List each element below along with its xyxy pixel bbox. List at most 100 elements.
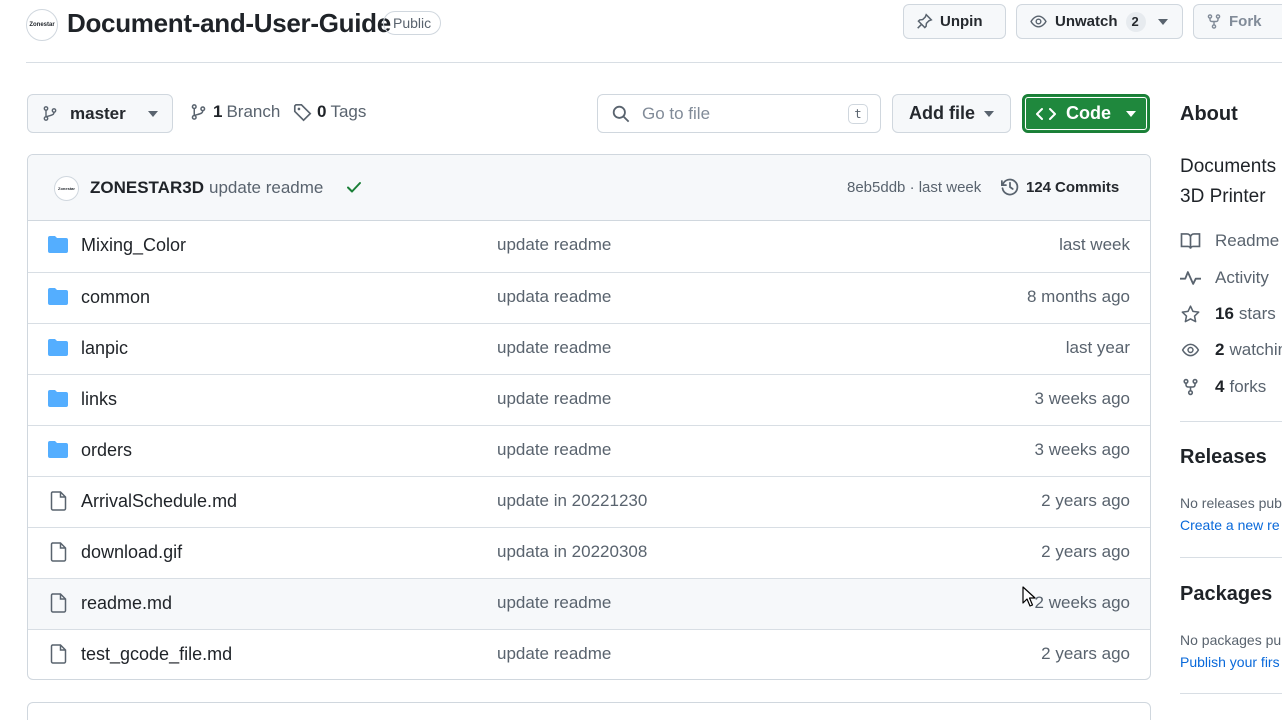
chevron-down-icon — [1157, 18, 1168, 25]
keyboard-shortcut-hint: t — [848, 103, 868, 124]
file-commit-date: 2 years ago — [1041, 491, 1130, 510]
tags-count: 0 — [317, 102, 327, 121]
file-row[interactable]: test_gcode_file.md update readme 2 years… — [28, 629, 1150, 679]
chevron-down-icon — [148, 110, 158, 117]
book-icon — [1180, 233, 1201, 249]
commits-history-link[interactable]: 124 Commits — [1000, 177, 1119, 197]
go-to-file-input[interactable]: Go to file t — [597, 94, 881, 133]
file-icon — [50, 644, 67, 664]
file-icon — [50, 542, 67, 562]
commit-author-avatar[interactable]: Zonestar — [54, 176, 79, 201]
search-icon — [612, 105, 630, 122]
file-commit-message[interactable]: update readme — [497, 235, 611, 255]
eye-icon — [1181, 343, 1200, 357]
readme-panel — [27, 702, 1151, 720]
unpin-label: Unpin — [940, 13, 983, 30]
commit-avatar-text: Zonestar — [58, 186, 75, 191]
file-row[interactable]: common updata readme 8 months ago — [28, 272, 1150, 323]
file-name[interactable]: links — [81, 389, 117, 410]
watching-count: 2 — [1215, 340, 1225, 359]
commit-author[interactable]: ZONESTAR3D — [90, 178, 204, 198]
stars-link[interactable]: 16 stars — [1180, 304, 1276, 324]
file-row[interactable]: lanpic update readme last year — [28, 323, 1150, 374]
about-description: Documents 3D Printer — [1180, 152, 1276, 212]
go-to-file-placeholder: Go to file — [642, 103, 711, 123]
file-name[interactable]: download.gif — [81, 542, 182, 563]
about-heading: About — [1180, 103, 1238, 125]
readme-label: Readme — [1215, 231, 1280, 250]
chevron-down-icon — [984, 110, 994, 117]
code-button[interactable]: Code — [1022, 94, 1150, 133]
file-icon — [50, 491, 67, 511]
repo-title[interactable]: Document-and-User-Guide — [67, 8, 391, 39]
file-commit-date: last year — [1065, 338, 1130, 357]
file-commit-date: 3 weeks ago — [1034, 440, 1130, 459]
file-row[interactable]: orders update readme 3 weeks ago — [28, 425, 1150, 476]
pulse-icon — [1180, 271, 1201, 285]
fork-icon — [1183, 378, 1198, 396]
file-commit-message[interactable]: update readme — [497, 593, 611, 613]
file-commit-message[interactable]: update readme — [497, 389, 611, 409]
commit-hash-time[interactable]: 8eb5ddb · last week — [847, 179, 981, 196]
forks-link[interactable]: 4 forks — [1180, 377, 1266, 397]
code-label: Code — [1066, 103, 1111, 123]
watch-counter: 2 — [1125, 11, 1146, 32]
unpin-button[interactable]: Unpin — [903, 4, 1006, 39]
file-commit-message[interactable]: updata in 20220308 — [497, 542, 647, 562]
file-commit-message[interactable]: update readme — [497, 440, 611, 460]
watching-link[interactable]: 2 watchin — [1180, 340, 1282, 360]
create-release-link[interactable]: Create a new re — [1180, 517, 1280, 533]
file-row[interactable]: links update readme 3 weeks ago — [28, 374, 1150, 425]
commits-label: Commits — [1055, 178, 1120, 196]
file-name[interactable]: test_gcode_file.md — [81, 644, 232, 665]
activity-link[interactable]: Activity — [1180, 268, 1269, 288]
tags-label: Tags — [330, 102, 367, 121]
repo-owner-avatar[interactable]: Zonestar — [26, 9, 58, 41]
eye-icon — [1030, 15, 1047, 28]
chevron-down-icon — [1126, 110, 1136, 117]
forks-label: forks — [1229, 377, 1267, 396]
stars-label: stars — [1238, 304, 1276, 323]
file-row[interactable]: ArrivalSchedule.md update in 20221230 2 … — [28, 476, 1150, 527]
file-name[interactable]: Mixing_Color — [81, 235, 186, 256]
branch-selector[interactable]: master — [27, 94, 173, 133]
watch-label: Unwatch — [1055, 13, 1118, 30]
file-commit-message[interactable]: update readme — [497, 338, 611, 358]
file-row[interactable]: readme.md update readme 2 weeks ago — [28, 578, 1150, 629]
file-commit-message[interactable]: update readme — [497, 644, 611, 664]
file-commit-date: 8 months ago — [1026, 287, 1130, 306]
releases-heading[interactable]: Releases — [1180, 446, 1267, 469]
file-name[interactable]: orders — [81, 440, 132, 461]
branches-link[interactable]: 1 Branch — [190, 102, 280, 122]
folder-icon — [48, 236, 68, 253]
file-row[interactable]: download.gif updata in 20220308 2 years … — [28, 527, 1150, 578]
folder-icon — [48, 390, 68, 407]
publish-package-link[interactable]: Publish your firs — [1180, 654, 1280, 670]
file-commit-message[interactable]: update in 20221230 — [497, 491, 647, 511]
folder-icon — [48, 441, 68, 458]
watch-button[interactable]: Unwatch 2 — [1016, 4, 1183, 39]
commit-message[interactable]: update readme — [209, 178, 323, 198]
file-name[interactable]: lanpic — [81, 338, 128, 359]
add-file-button[interactable]: Add file — [892, 94, 1011, 133]
folder-icon — [48, 339, 68, 356]
file-row[interactable]: Mixing_Color update readme last week — [28, 221, 1150, 272]
file-name[interactable]: readme.md — [81, 593, 172, 614]
star-icon — [1181, 304, 1200, 322]
releases-empty-text: No releases pub — [1180, 495, 1282, 511]
file-name[interactable]: ArrivalSchedule.md — [81, 491, 237, 512]
tags-link[interactable]: 0 Tags — [293, 102, 366, 122]
fork-button[interactable]: Fork — [1193, 4, 1282, 39]
visibility-badge: Public — [383, 11, 442, 35]
readme-link[interactable]: Readme — [1180, 231, 1279, 251]
fork-label: Fork — [1229, 13, 1262, 30]
packages-heading[interactable]: Packages — [1180, 583, 1272, 606]
check-icon[interactable] — [346, 180, 362, 194]
file-commit-date: last week — [1059, 235, 1130, 254]
file-commit-message[interactable]: updata readme — [497, 287, 611, 307]
branch-icon — [191, 104, 206, 120]
history-icon — [1001, 178, 1019, 196]
watching-label: watchin — [1229, 340, 1282, 359]
forks-count: 4 — [1215, 377, 1225, 396]
file-name[interactable]: common — [81, 287, 150, 308]
